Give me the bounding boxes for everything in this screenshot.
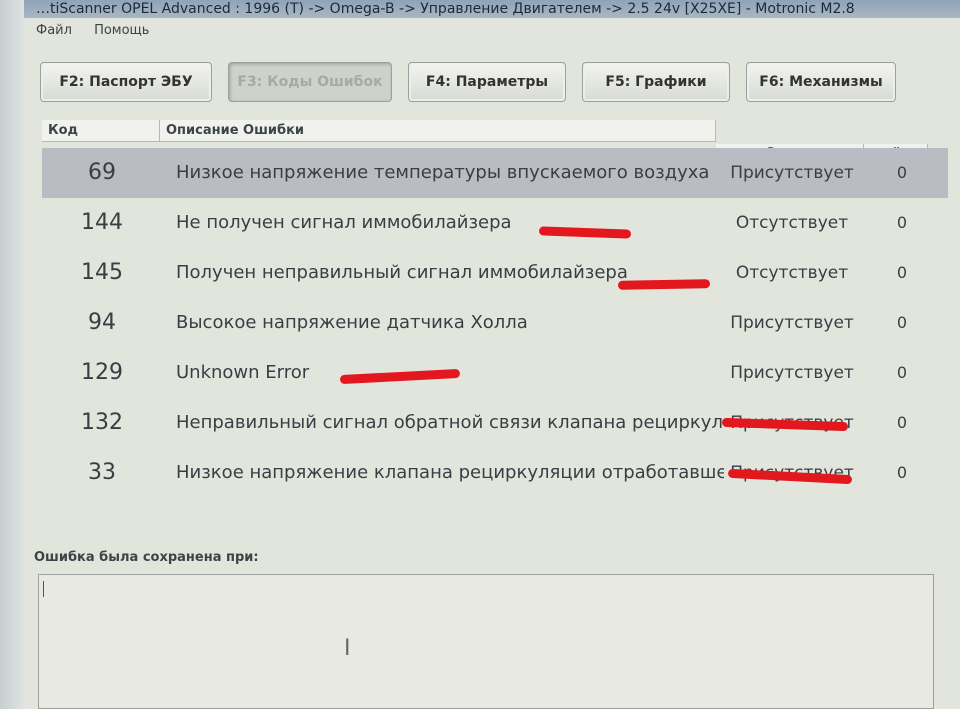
- error-code: 132: [81, 410, 123, 435]
- text-caret: [43, 581, 44, 597]
- menu-help[interactable]: Помощь: [88, 20, 155, 42]
- column-header-description[interactable]: Описание Ошибки: [160, 120, 716, 142]
- desktop-strip: [0, 0, 25, 709]
- error-count: 0: [896, 463, 908, 482]
- table-row[interactable]: 94 Высокое напряжение датчика Холла Прис…: [42, 298, 948, 348]
- table-row[interactable]: 69 Низкое напряжение температуры впускае…: [42, 148, 948, 198]
- tab-graphs[interactable]: F5: Графики: [582, 62, 730, 102]
- error-code: 145: [81, 260, 123, 285]
- error-code: 144: [81, 210, 123, 235]
- tab-mechanisms[interactable]: F6: Механизмы: [746, 62, 896, 102]
- table-row[interactable]: 129 Unknown Error Присутствует 0: [42, 348, 948, 398]
- error-count: 0: [896, 163, 908, 182]
- column-header-code[interactable]: Код: [42, 120, 160, 142]
- error-status: Присутствует: [730, 363, 854, 383]
- table-row[interactable]: 145 Получен неправильный сигнал иммобила…: [42, 248, 948, 298]
- error-count: 0: [896, 263, 908, 282]
- error-code: 94: [88, 310, 116, 335]
- error-status: Отсутствует: [735, 213, 849, 233]
- error-description: Низкое напряжение клапана рециркуляции о…: [176, 462, 724, 483]
- error-count: 0: [896, 363, 908, 382]
- tab-bar: F2: Паспорт ЭБУ F3: Коды Ошибок F4: Пара…: [40, 62, 940, 112]
- error-description: Неправильный сигнал обратной связи клапа…: [176, 412, 724, 433]
- error-count: 0: [896, 413, 908, 432]
- error-status: Отсутствует: [735, 263, 849, 283]
- tab-ecu-passport[interactable]: F2: Паспорт ЭБУ: [40, 62, 212, 102]
- error-code: 33: [88, 460, 116, 485]
- error-description: Высокое напряжение датчика Холла: [176, 312, 528, 333]
- error-count: 0: [896, 313, 908, 332]
- window-title: …tiScanner OPEL Advanced : 1996 (T) -> O…: [24, 0, 960, 18]
- red-marker-stroke: [617, 279, 711, 290]
- error-code: 129: [81, 360, 123, 385]
- error-table: Код Описание Ошибки Статус # 69 Низкое н…: [42, 120, 960, 520]
- error-count: 0: [896, 213, 908, 232]
- ibeam-cursor-icon: I: [344, 636, 351, 661]
- saved-at-field[interactable]: [38, 574, 934, 709]
- menu-file[interactable]: Файл: [30, 20, 78, 42]
- table-row[interactable]: 144 Не получен сигнал иммобилайзера Отсу…: [42, 198, 948, 248]
- tab-parameters[interactable]: F4: Параметры: [408, 62, 566, 102]
- error-status: Присутствует: [730, 313, 854, 333]
- error-description: Низкое напряжение температуры впускаемог…: [176, 162, 710, 183]
- error-code: 69: [88, 160, 116, 185]
- error-description: Получен неправильный сигнал иммобилайзер…: [176, 262, 628, 283]
- error-status: Присутствует: [730, 163, 854, 183]
- error-description: Не получен сигнал иммобилайзера: [176, 212, 512, 233]
- tab-error-codes[interactable]: F3: Коды Ошибок: [228, 62, 392, 102]
- app-window: …tiScanner OPEL Advanced : 1996 (T) -> O…: [24, 0, 960, 709]
- menu-bar: Файл Помощь: [24, 20, 960, 42]
- saved-at-label: Ошибка была сохранена при:: [34, 550, 259, 565]
